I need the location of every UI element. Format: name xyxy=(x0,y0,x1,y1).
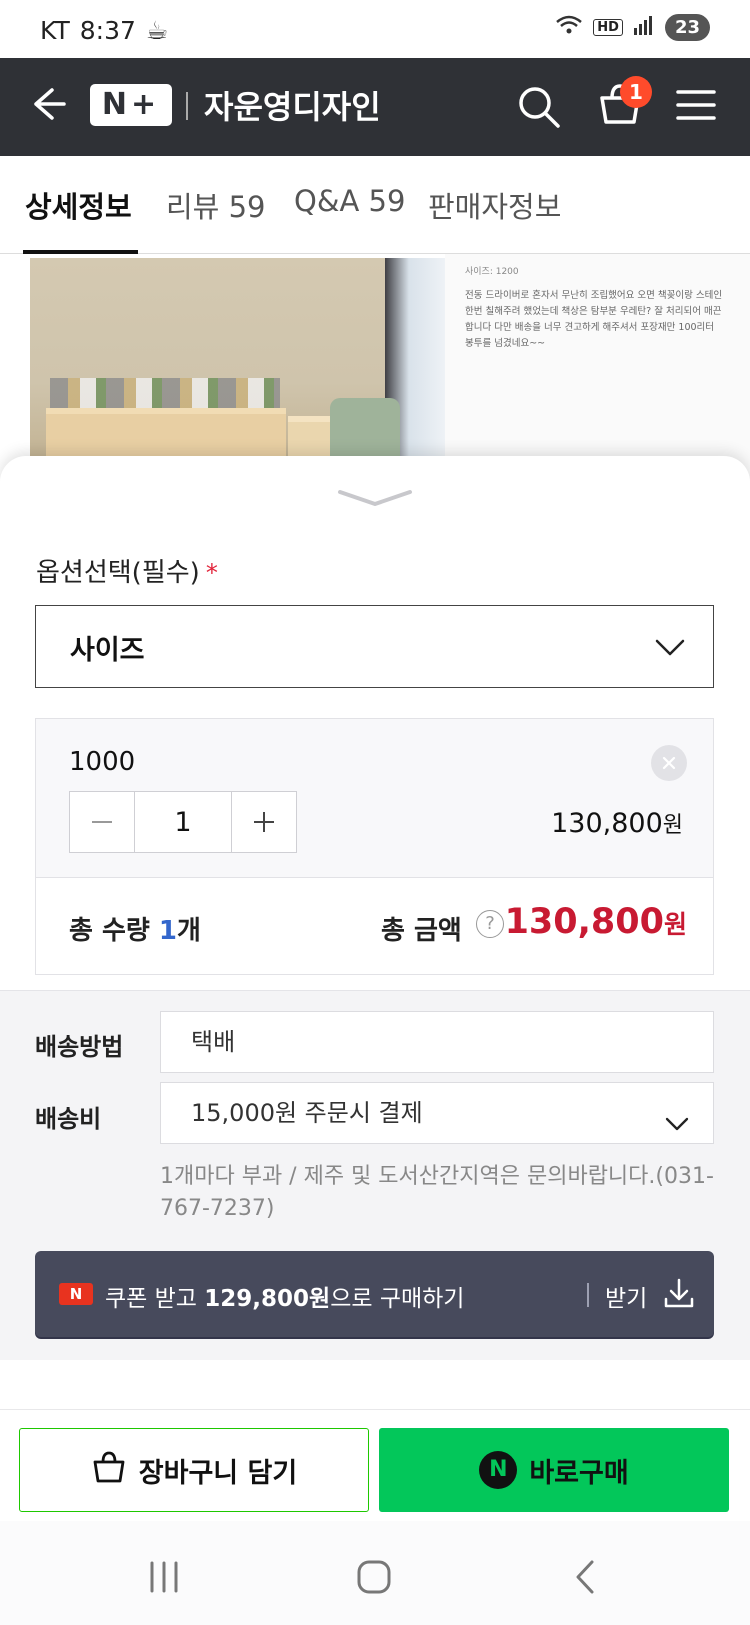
clock: 8:37 xyxy=(79,16,136,45)
option-price-unit: 원 xyxy=(662,813,683,838)
add-to-cart-button[interactable]: 장바구니 담기 xyxy=(19,1428,369,1512)
coupon-price: 129,800원 xyxy=(204,1286,331,1312)
shipping-fee-value: 15,000원 주문시 결제 xyxy=(191,1099,423,1127)
chevron-down-icon xyxy=(653,630,687,664)
product-tabs: 상세정보 리뷰 59 Q&A 59 판매자정보 xyxy=(0,156,750,254)
status-right: HD 23 xyxy=(555,14,710,41)
photo-desk-items xyxy=(50,378,280,412)
tab-reviews[interactable]: 리뷰 59 xyxy=(166,184,265,226)
app-header: N+ 자운영디자인 1 xyxy=(0,58,750,156)
battery-indicator: 23 xyxy=(664,14,710,41)
header-divider xyxy=(186,92,188,120)
total-quantity-value: 1 xyxy=(158,916,177,946)
shipping-method-label: 배송방법 xyxy=(35,1033,124,1061)
cart-count-badge: 1 xyxy=(620,76,652,108)
quantity-stepper: 1 xyxy=(69,791,297,853)
help-question-icon[interactable]: ? xyxy=(476,910,504,938)
order-total-summary: 총 수량 1개 총 금액 ? 130,800원 xyxy=(35,877,714,975)
option-price-value: 130,800 xyxy=(551,808,663,839)
review-photo xyxy=(30,258,445,484)
option-price: 130,800원 xyxy=(551,807,683,839)
download-icon[interactable] xyxy=(663,1277,695,1309)
option-bottom-sheet: 옵션선택(필수) * 사이즈 1000 1 130,800원 총 수량 1개 총… xyxy=(0,456,750,1536)
option-title-text: 옵션선택(필수) xyxy=(36,558,200,588)
increase-quantity-button[interactable] xyxy=(232,792,296,852)
shipping-fee-dropdown[interactable]: 15,000원 주문시 결제 xyxy=(160,1082,714,1144)
shipping-method-value: 택배 xyxy=(191,1028,236,1056)
store-name[interactable]: 자운영디자인 xyxy=(204,82,381,128)
total-amount-value: 130,800 xyxy=(504,902,664,942)
selected-option-item: 1000 1 130,800원 xyxy=(35,718,714,878)
tab-seller-info[interactable]: 판매자정보 xyxy=(428,184,561,226)
coupon-text-suffix: 으로 구매하기 xyxy=(330,1286,465,1312)
minus-icon xyxy=(92,821,112,823)
shipping-section: 배송방법 택배 배송비 15,000원 주문시 결제 1개마다 부과 / 제주 … xyxy=(0,990,750,1360)
option-section-title: 옵션선택(필수) * xyxy=(36,552,218,589)
purchase-action-bar: 장바구니 담기 N 바로구매 xyxy=(0,1409,750,1521)
review-note-size: 사이즈: 1200 xyxy=(465,267,519,277)
wifi-icon xyxy=(555,14,583,41)
search-icon[interactable] xyxy=(516,84,562,130)
decrease-quantity-button[interactable] xyxy=(70,792,134,852)
buy-now-button[interactable]: N 바로구매 xyxy=(379,1428,729,1512)
remove-option-close-icon[interactable] xyxy=(651,745,687,781)
total-amount-label: 총 금액 xyxy=(381,916,462,946)
naver-plus-logo[interactable]: N+ xyxy=(90,84,172,126)
carrier-label: KT xyxy=(40,16,70,45)
total-quantity-unit: 개 xyxy=(176,916,201,946)
coupon-text-prefix: 쿠폰 받고 xyxy=(105,1286,205,1312)
shipping-method-field: 택배 xyxy=(160,1011,714,1073)
total-quantity-label: 총 수량 xyxy=(69,916,150,946)
chevron-down-icon xyxy=(663,1099,691,1131)
review-note: 사이즈: 1200 전동 드라이버로 혼자서 무난히 조립했어요 오면 책꽂이랑… xyxy=(465,264,725,352)
tab-detail[interactable]: 상세정보 xyxy=(25,184,132,226)
total-amount-unit: 원 xyxy=(663,910,687,939)
shipping-note: 1개마다 부과 / 제주 및 도서산간지역은 문의바랍니다.(031-767-7… xyxy=(160,1164,714,1221)
required-mark: * xyxy=(205,559,218,587)
quantity-value[interactable]: 1 xyxy=(134,792,232,852)
plus-icon xyxy=(254,812,274,832)
naver-n-badge: N xyxy=(59,1283,93,1305)
back-icon[interactable] xyxy=(566,1557,606,1597)
tab-qna[interactable]: Q&A 59 xyxy=(294,184,405,218)
recent-apps-icon[interactable] xyxy=(144,1557,184,1597)
hd-icon: HD xyxy=(593,19,623,36)
status-left: KT 8:37 ☕ xyxy=(40,16,168,45)
coupon-message: 쿠폰 받고 129,800원으로 구매하기 xyxy=(105,1279,464,1313)
review-note-text: 전동 드라이버로 혼자서 무난히 조립했어요 오면 책꽂이랑 스테인 한번 칠해… xyxy=(465,290,723,349)
naver-pay-icon: N xyxy=(479,1451,518,1489)
select-label: 사이즈 xyxy=(70,635,145,666)
shipping-fee-label: 배송비 xyxy=(35,1105,102,1133)
back-arrow-icon[interactable] xyxy=(26,82,70,126)
product-detail-content: 사이즈: 1200 전동 드라이버로 혼자서 무난히 조립했어요 오면 책꽂이랑… xyxy=(0,254,750,484)
coupon-divider xyxy=(587,1283,589,1307)
selected-option-name: 1000 xyxy=(69,747,136,777)
hamburger-menu-icon[interactable] xyxy=(676,88,716,122)
total-quantity: 총 수량 1개 xyxy=(69,910,201,947)
home-icon[interactable] xyxy=(354,1557,394,1597)
sheet-handle-chevron-icon[interactable] xyxy=(336,488,414,508)
buy-now-label: 바로구매 xyxy=(529,1457,629,1489)
total-amount: 130,800원 xyxy=(505,902,687,942)
shopping-bag-icon xyxy=(91,1449,127,1492)
add-to-cart-label: 장바구니 담기 xyxy=(138,1457,298,1489)
coupon-download-banner[interactable]: N 쿠폰 받고 129,800원으로 구매하기 받기 xyxy=(35,1251,714,1337)
status-bar: KT 8:37 ☕ HD 23 xyxy=(0,0,750,58)
signal-icon xyxy=(633,14,655,41)
system-navigation-bar xyxy=(0,1521,750,1625)
size-select-dropdown[interactable]: 사이즈 xyxy=(35,605,714,688)
coupon-get-label[interactable]: 받기 xyxy=(605,1279,647,1313)
coffee-icon: ☕ xyxy=(145,16,169,45)
